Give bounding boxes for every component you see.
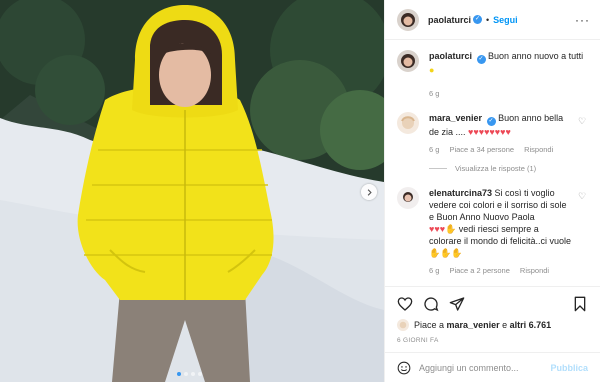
chevron-right-icon	[367, 188, 372, 196]
lemon-emoji-icon: ●	[429, 65, 435, 75]
carousel-dot	[184, 372, 188, 376]
pray-emoji-icon: ✋✋✋	[429, 248, 463, 258]
comment-time[interactable]: 6 g	[429, 144, 439, 156]
comment-item: elenaturcina73 Si così ti voglio vedere …	[397, 187, 588, 277]
liked-by: Piace a mara_venier e altri 6.761	[397, 319, 588, 331]
divider-line	[429, 168, 447, 169]
avatar[interactable]	[397, 112, 419, 134]
heart-emoji-row: ♥♥♥♥♥♥♥♥	[468, 127, 511, 137]
liked-by-middle: e	[502, 320, 508, 330]
carousel-next-button[interactable]	[361, 184, 377, 200]
avatar[interactable]	[397, 319, 409, 331]
comment-username[interactable]: elenaturcina73	[429, 188, 492, 198]
reply-button[interactable]: Rispondi	[520, 265, 549, 277]
photo-scene	[0, 0, 384, 382]
avatar[interactable]	[397, 8, 419, 31]
heart-emoji-row: ♥♥♥	[429, 224, 446, 234]
avatar[interactable]	[397, 50, 419, 72]
pray-emoji-icon: ✋	[445, 224, 457, 234]
share-icon[interactable]	[449, 296, 465, 312]
comment-likes-count[interactable]: Piace a 34 persone	[449, 144, 514, 156]
like-comment-icon[interactable]: ♡	[578, 191, 588, 202]
comment-likes-count[interactable]: Piace a 2 persone	[449, 265, 509, 277]
comments-list: paolaturci ✓ Buon anno nuovo a tutti ● 6…	[385, 40, 600, 286]
post-header: paolaturci ✓ • Segui ···	[385, 0, 600, 40]
caption-text: Buon anno nuovo a tutti	[488, 51, 584, 61]
liked-by-rest[interactable]: altri 6.761	[510, 320, 552, 330]
post-author-username[interactable]: paolaturci	[428, 15, 471, 25]
heart-icon[interactable]	[397, 296, 413, 312]
carousel-dot	[177, 372, 181, 376]
carousel-dot	[198, 372, 202, 376]
action-icons-row	[397, 293, 588, 315]
carousel-indicator	[177, 372, 202, 376]
verified-badge-icon: ✓	[473, 15, 483, 24]
like-comment-icon[interactable]: ♡	[578, 116, 588, 127]
post-sidebar: paolaturci ✓ • Segui ··· paolaturci ✓ Bu…	[384, 0, 600, 382]
caption-username[interactable]: paolaturci	[429, 51, 472, 61]
comment-input[interactable]	[419, 362, 551, 373]
follow-button[interactable]: Segui	[493, 15, 518, 25]
comment-username[interactable]: mara_venier	[429, 113, 482, 123]
separator-dot: •	[486, 14, 490, 25]
liked-by-prefix: Piace a	[414, 320, 445, 330]
post-date[interactable]: 6 GIORNI FA	[397, 337, 588, 344]
comment-time[interactable]: 6 g	[429, 265, 439, 277]
carousel-dot	[191, 372, 195, 376]
verified-badge-icon: ✓	[476, 55, 486, 64]
publish-button[interactable]: Pubblica	[550, 363, 588, 373]
verified-badge-icon: ✓	[486, 117, 496, 126]
post-photo[interactable]	[0, 0, 384, 382]
emoji-icon[interactable]	[397, 361, 411, 375]
comment-icon[interactable]	[423, 296, 439, 312]
reply-button[interactable]: Rispondi	[524, 144, 553, 156]
caption-time[interactable]: 6 g	[429, 88, 439, 100]
more-options-icon[interactable]: ···	[575, 13, 590, 27]
add-comment-bar: Pubblica	[385, 352, 600, 382]
view-replies-label: Visualizza le risposte (1)	[455, 164, 537, 173]
comment-item: mara_venier ✓ Buon anno bella de zia ...…	[397, 112, 588, 156]
view-replies-button[interactable]: Visualizza le risposte (1)	[429, 164, 588, 173]
caption: paolaturci ✓ Buon anno nuovo a tutti ● 6…	[397, 50, 588, 100]
avatar[interactable]	[397, 187, 419, 209]
liked-by-user[interactable]: mara_venier	[447, 320, 500, 330]
bookmark-icon[interactable]	[572, 296, 588, 312]
instagram-post: paolaturci ✓ • Segui ··· paolaturci ✓ Bu…	[0, 0, 600, 382]
post-actions: Piace a mara_venier e altri 6.761 6 GIOR…	[385, 286, 600, 344]
